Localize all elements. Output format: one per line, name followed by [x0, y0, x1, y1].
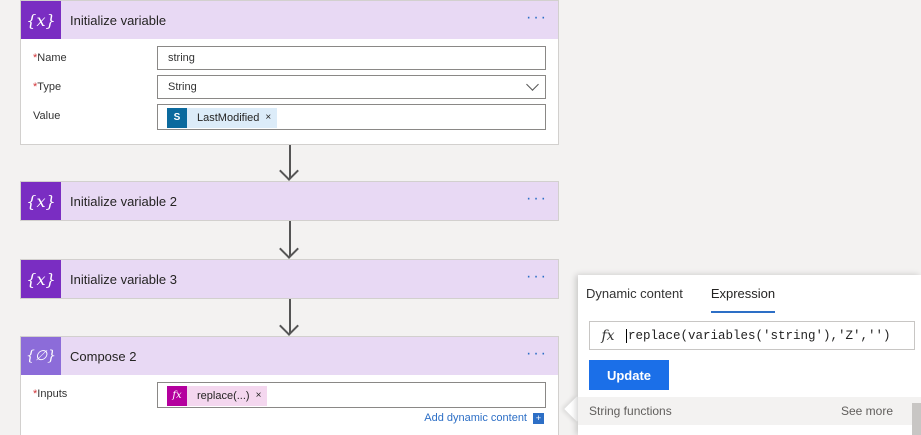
add-dynamic-content-label: Add dynamic content [424, 412, 527, 424]
add-dynamic-content-icon: + [533, 412, 544, 424]
value-input[interactable]: S LastModified × [157, 104, 546, 130]
function-icon: fx [167, 386, 187, 406]
panel-tabs: Dynamic content Expression [578, 275, 921, 313]
variable-icon: {x} [21, 1, 61, 39]
inputs-field[interactable]: fx replace(...) × [157, 382, 546, 408]
expression-text: replace(variables('string'),'Z','') [626, 328, 891, 343]
section-title: String functions [589, 404, 672, 418]
name-label: *Name [33, 52, 67, 64]
scrollbar[interactable] [912, 403, 921, 435]
arrow-down-icon [279, 316, 299, 336]
action-card-initialize-variable: {x} Initialize variable ··· *Name string… [20, 0, 559, 145]
string-functions-section[interactable]: String functions See more [578, 397, 921, 425]
expression-input[interactable]: fx replace(variables('string'),'Z','') [589, 321, 915, 350]
update-button[interactable]: Update [589, 360, 669, 390]
value-label: Value [33, 110, 61, 122]
token-label: replace(...) [197, 390, 250, 402]
card-header[interactable]: {x} Initialize variable ··· [21, 1, 558, 39]
type-label: *Type [33, 81, 62, 93]
dynamic-content-panel: Dynamic content Expression fx replace(va… [578, 275, 921, 435]
card-title: Initialize variable 3 [70, 271, 177, 287]
type-value: String [168, 81, 197, 93]
more-options-button[interactable]: ··· [526, 190, 548, 208]
tab-expression[interactable]: Expression [710, 275, 776, 313]
variable-icon: {x} [21, 260, 61, 298]
card-title: Initialize variable 2 [70, 193, 177, 209]
more-options-button[interactable]: ··· [526, 268, 548, 286]
inputs-row: *Inputs fx replace(...) × [21, 382, 558, 411]
action-card-initialize-variable-3[interactable]: {x} Initialize variable 3 ··· [20, 259, 559, 299]
variable-icon: {x} [21, 182, 61, 220]
arrow-down-icon [279, 239, 299, 259]
card-title: Initialize variable [70, 12, 167, 28]
type-dropdown[interactable]: String [157, 75, 546, 99]
card-header[interactable]: {∅} Compose 2 ··· [21, 337, 558, 375]
sharepoint-icon: S [167, 108, 187, 128]
expression-token[interactable]: fx replace(...) × [167, 385, 268, 407]
card-header[interactable]: {x} Initialize variable 2 ··· [21, 182, 558, 220]
card-header[interactable]: {x} Initialize variable 3 ··· [21, 260, 558, 298]
more-options-button[interactable]: ··· [526, 345, 548, 363]
chevron-down-icon [526, 78, 539, 91]
token-label: LastModified [197, 112, 260, 124]
see-more-link[interactable]: See more [841, 404, 893, 418]
action-card-initialize-variable-2[interactable]: {x} Initialize variable 2 ··· [20, 181, 559, 221]
name-row: *Name string [21, 44, 558, 73]
tab-dynamic-content[interactable]: Dynamic content [586, 275, 683, 313]
arrow-down-icon [279, 161, 299, 181]
function-icon: fx [601, 327, 615, 344]
remove-token-button[interactable]: × [265, 107, 277, 129]
name-input[interactable]: string [157, 46, 546, 70]
remove-token-button[interactable]: × [256, 385, 268, 407]
add-dynamic-content-link[interactable]: Add dynamic content + [424, 412, 544, 424]
card-title: Compose 2 [70, 348, 137, 364]
value-row: Value S LastModified × [21, 102, 558, 131]
inputs-label: *Inputs [33, 388, 68, 400]
dynamic-token[interactable]: S LastModified × [167, 107, 278, 129]
type-row: *Type String [21, 73, 558, 102]
more-options-button[interactable]: ··· [526, 9, 548, 27]
action-card-compose-2: {∅} Compose 2 ··· *Inputs fx replace(...… [20, 336, 559, 435]
compose-icon: {∅} [21, 337, 61, 375]
